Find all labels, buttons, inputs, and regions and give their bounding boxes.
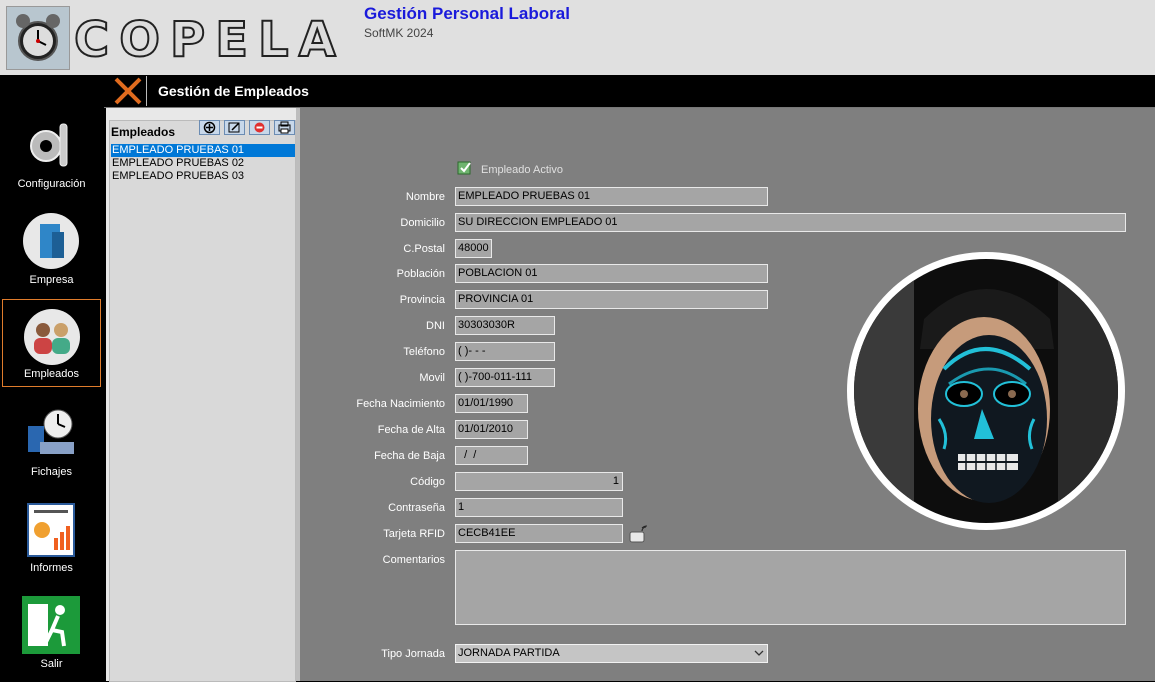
contrasena-label: Contraseña <box>388 502 445 514</box>
fecha-baja-field[interactable]: / / <box>455 446 528 465</box>
tipo-jornada-label: Tipo Jornada <box>381 648 445 660</box>
tipo-jornada-value: JORNADA PARTIDA <box>458 647 560 659</box>
sidebar-item-label: Configuración <box>17 178 86 190</box>
fecha-alta-label: Fecha de Alta <box>377 424 445 436</box>
active-label: Empleado Activo <box>481 164 563 176</box>
sidebar-item-label: Empleados <box>23 368 80 380</box>
close-icon[interactable] <box>108 76 147 106</box>
chevron-down-icon <box>754 650 764 656</box>
brand-letter: O <box>118 12 165 68</box>
comentarios-textarea[interactable] <box>455 550 1126 625</box>
employee-list-box <box>109 120 296 682</box>
fecha-baja-label: Fecha de Baja <box>374 450 445 462</box>
comentarios-label: Comentarios <box>382 554 445 566</box>
employee-photo-frame <box>847 252 1125 530</box>
active-checkbox-icon[interactable] <box>457 160 473 176</box>
tarjeta-rfid-field[interactable]: CECB41EE <box>455 524 623 543</box>
poblacion-field[interactable]: POBLACION 01 <box>455 264 768 283</box>
sidebar-item-label: Empresa <box>29 274 74 286</box>
sidebar-item-empleados[interactable]: Empleados <box>2 299 101 387</box>
employee-photo[interactable] <box>854 259 1118 523</box>
codigo-label: Código <box>410 476 445 488</box>
report-icon <box>27 503 75 557</box>
brand-letter: E <box>214 12 253 68</box>
contrasena-field[interactable]: 1 <box>455 498 623 517</box>
employee-list-panel: Empleados EMPLEADO PRUEBAS 01 EMPLEADO P… <box>106 108 296 682</box>
employee-list: EMPLEADO PRUEBAS 01 EMPLEADO PRUEBAS 02 … <box>111 144 295 183</box>
movil-field[interactable]: ( )-700-011-111 <box>455 368 555 387</box>
sidebar-item-informes[interactable]: Informes <box>2 492 101 580</box>
people-icon <box>24 309 80 365</box>
print-button[interactable] <box>274 120 295 135</box>
rfid-icon[interactable] <box>629 525 649 543</box>
provincia-field[interactable]: PROVINCIA 01 <box>455 290 768 309</box>
sidebar-item-label: Fichajes <box>31 466 72 478</box>
gear-wrench-icon <box>30 123 68 167</box>
brand-letter: L <box>257 12 293 68</box>
cpostal-field[interactable]: 48000 <box>455 239 492 258</box>
sidebar-item-label: Salir <box>40 658 63 670</box>
app-title: Gestión Personal Laboral <box>364 4 570 23</box>
nombre-field[interactable]: EMPLEADO PRUEBAS 01 <box>455 187 768 206</box>
app-header: C O P E L A Gestión Personal Laboral Sof… <box>0 0 1155 75</box>
window-title: Gestión de Empleados <box>158 83 309 99</box>
brand-letter: A <box>298 12 340 68</box>
sidebar-item-empresa[interactable]: Empresa <box>2 204 101 292</box>
telefono-label: Teléfono <box>403 346 445 358</box>
exit-icon <box>22 596 80 654</box>
edit-button[interactable] <box>224 120 245 135</box>
provincia-label: Provincia <box>399 294 445 306</box>
codigo-field[interactable]: 1 <box>455 472 623 491</box>
brand-letter: C <box>73 12 114 68</box>
list-item[interactable]: EMPLEADO PRUEBAS 03 <box>111 170 295 183</box>
add-icon <box>203 121 216 134</box>
brand-wordmark: C O P E L A <box>73 12 340 68</box>
fecha-nacimiento-label: Fecha Nacimiento <box>356 398 445 410</box>
sidebar: Configuración Empresa Empleados Fichajes <box>0 75 104 681</box>
cpostal-label: C.Postal <box>403 243 445 255</box>
telefono-field[interactable]: ( )- - - <box>455 342 555 361</box>
domicilio-label: Domicilio <box>400 217 445 229</box>
tarjeta-rfid-label: Tarjeta RFID <box>383 528 445 540</box>
brand-letter: P <box>169 12 210 68</box>
add-button[interactable] <box>199 120 220 135</box>
sidebar-item-fichajes[interactable]: Fichajes <box>2 396 101 484</box>
alarm-clock-logo-icon <box>6 6 70 70</box>
print-icon <box>278 121 291 134</box>
poblacion-label: Población <box>396 268 445 280</box>
sidebar-item-label: Informes <box>30 562 73 574</box>
clock-person-icon <box>28 409 74 454</box>
movil-label: Movil <box>419 372 445 384</box>
nombre-label: Nombre <box>405 191 445 203</box>
fecha-nacimiento-field[interactable]: 01/01/1990 <box>455 394 528 413</box>
dni-field[interactable]: 30303030R <box>455 316 555 335</box>
delete-button[interactable] <box>249 120 270 135</box>
building-icon <box>23 213 79 269</box>
list-title: Empleados <box>111 125 176 139</box>
sidebar-item-salir[interactable]: Salir <box>2 588 101 676</box>
list-item[interactable]: EMPLEADO PRUEBAS 01 <box>111 144 295 157</box>
delete-icon <box>254 122 265 133</box>
fecha-alta-field[interactable]: 01/01/2010 <box>455 420 528 439</box>
app-subtitle: SoftMK 2024 <box>364 26 434 40</box>
tipo-jornada-select[interactable]: JORNADA PARTIDA <box>455 644 768 663</box>
dni-label: DNI <box>426 320 445 332</box>
domicilio-field[interactable]: SU DIRECCION EMPLEADO 01 <box>455 213 1126 232</box>
window-titlebar: Gestión de Empleados <box>104 75 1155 108</box>
list-item[interactable]: EMPLEADO PRUEBAS 02 <box>111 157 295 170</box>
sidebar-item-configuracion[interactable]: Configuración <box>2 108 101 196</box>
employee-form: Empleado Activo Nombre EMPLEADO PRUEBAS … <box>300 108 1155 681</box>
edit-icon <box>228 122 240 133</box>
